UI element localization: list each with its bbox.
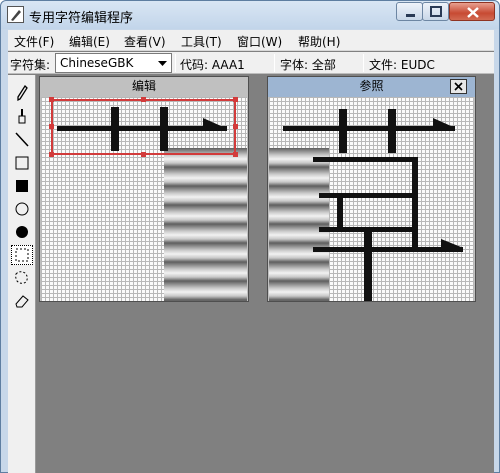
hollow-ellipse-icon: [15, 202, 29, 216]
title-bar[interactable]: 专用字符编辑程序: [1, 1, 499, 29]
chevron-down-icon: [154, 54, 171, 72]
reference-grid: [269, 97, 474, 301]
reference-pane-title: 参照: [268, 77, 475, 97]
freeform-select-tool[interactable]: [11, 268, 33, 288]
menu-help[interactable]: 帮助(H): [298, 33, 340, 50]
reference-glyph: [283, 109, 463, 301]
charset-value: ChineseGBK: [60, 56, 134, 70]
tool-palette: [8, 75, 36, 473]
hollow-ellipse-tool[interactable]: [11, 199, 33, 219]
hollow-rectangle-tool[interactable]: [11, 153, 33, 173]
edit-grid[interactable]: [41, 97, 247, 301]
filled-ellipse-icon: [16, 226, 28, 238]
maximize-button[interactable]: [422, 2, 449, 21]
filled-rectangle-icon: [16, 180, 28, 192]
file-label: 文件: EUDC: [369, 58, 435, 72]
toolbar-divider: [175, 54, 176, 72]
info-toolbar: 字符集: ChineseGBK 代码: AAA1 字体: 全部 文件: EUDC: [8, 52, 494, 74]
pencil-tool[interactable]: [11, 84, 33, 104]
edit-pane-title: 编辑: [40, 77, 248, 97]
reference-pane: 参照: [267, 76, 476, 302]
filled-ellipse-tool[interactable]: [11, 222, 33, 242]
filled-rectangle-tool[interactable]: [11, 176, 33, 196]
app-window: 专用字符编辑程序 文件(F) 编辑(E) 查看(V) 工具(T) 窗口(W) 帮…: [0, 0, 500, 473]
eraser-icon: [15, 295, 29, 308]
selection-rectangle[interactable]: [51, 99, 236, 155]
selection-handle[interactable]: [141, 97, 146, 102]
rectangle-select-tool[interactable]: [11, 245, 33, 265]
font-label: 字体: 全部: [280, 58, 336, 72]
window-title: 专用字符编辑程序: [29, 11, 134, 26]
freeform-select-icon: [15, 271, 28, 284]
brush-icon: [18, 109, 26, 124]
minimize-button[interactable]: [396, 2, 423, 21]
app-icon: [7, 6, 24, 23]
eraser-tool[interactable]: [11, 291, 33, 311]
client-area: 文件(F) 编辑(E) 查看(V) 工具(T) 窗口(W) 帮助(H) 字符集:…: [8, 30, 494, 473]
selection-handle[interactable]: [49, 124, 54, 129]
selection-handle[interactable]: [233, 97, 238, 102]
brush-tool[interactable]: [11, 107, 33, 127]
selection-handle[interactable]: [49, 152, 54, 157]
charset-dropdown[interactable]: ChineseGBK: [55, 53, 172, 73]
menu-edit[interactable]: 编辑(E): [69, 33, 110, 50]
selection-handle[interactable]: [233, 124, 238, 129]
menu-file[interactable]: 文件(F): [14, 33, 54, 50]
selection-handle[interactable]: [141, 152, 146, 157]
menu-window[interactable]: 窗口(W): [237, 33, 282, 50]
edit-pane: 编辑: [39, 76, 249, 302]
line-tool[interactable]: [11, 130, 33, 150]
line-icon: [15, 132, 29, 147]
pencil-icon: [17, 84, 28, 102]
code-label: 代码: AAA1: [180, 58, 245, 72]
charset-label: 字符集:: [10, 58, 51, 72]
selection-handle[interactable]: [49, 97, 54, 102]
toolbar-divider: [274, 54, 275, 72]
rectangle-select-icon: [15, 248, 29, 262]
menu-view[interactable]: 查看(V): [124, 33, 166, 50]
toolbar-divider: [363, 54, 364, 72]
selection-handle[interactable]: [233, 152, 238, 157]
menu-bar: 文件(F) 编辑(E) 查看(V) 工具(T) 窗口(W) 帮助(H): [8, 30, 494, 51]
close-button[interactable]: [449, 2, 495, 21]
hollow-rectangle-icon: [15, 156, 29, 170]
close-icon[interactable]: [450, 79, 467, 94]
menu-tools[interactable]: 工具(T): [181, 33, 222, 50]
